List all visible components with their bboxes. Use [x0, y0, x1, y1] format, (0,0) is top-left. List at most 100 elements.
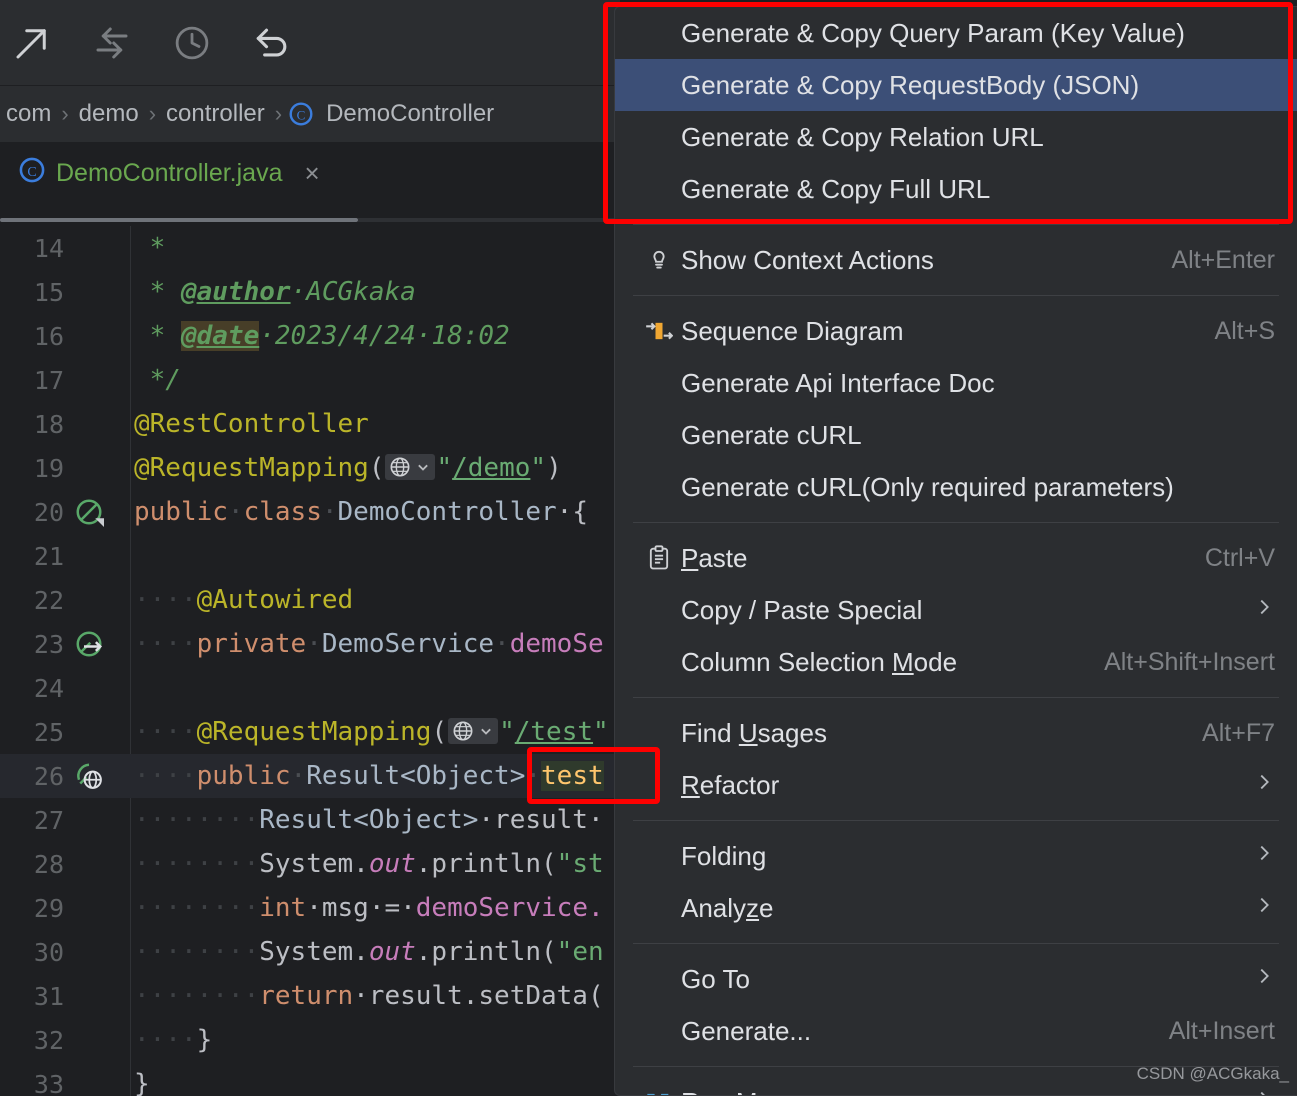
menu-item-paste[interactable]: Paste Ctrl+V [615, 532, 1297, 584]
compare-arrows-icon[interactable] [84, 15, 140, 71]
code-line[interactable]: 27 ········Result<Object>·result· [0, 798, 620, 842]
java-class-icon: C [18, 156, 46, 191]
breadcrumb: com › demo › controller › C DemoControll… [0, 86, 620, 142]
code-line[interactable]: 22 ····@Autowired [0, 578, 620, 622]
menu-item-label: Find Usages [681, 717, 827, 748]
code-text: * @author·ACGkaka [134, 277, 416, 307]
menu-item-label: Generate cURL(Only required parameters) [681, 471, 1174, 502]
http-method-globe-icon[interactable] [448, 718, 499, 744]
breadcrumb-item-controller[interactable]: controller [162, 100, 269, 128]
menu-item-generate-curl[interactable]: Generate cURL [615, 409, 1297, 461]
editor-horizontal-scrollbar[interactable] [0, 218, 358, 222]
code-line[interactable]: 20 public·class·DemoController·{ [0, 490, 620, 534]
context-menu[interactable]: Generate & Copy Query Param (Key Value) G… [614, 6, 1297, 1096]
line-number: 33 [33, 1069, 64, 1096]
bean-arrow-icon[interactable] [68, 629, 130, 659]
line-number: 30 [33, 937, 64, 967]
menu-item-copy-paste-special[interactable]: Copy / Paste Special [615, 584, 1297, 636]
code-line[interactable]: 33} [0, 1062, 620, 1096]
clipboard-paste-icon [637, 544, 681, 572]
breadcrumb-separator: › [148, 101, 157, 126]
maven-icon [637, 1088, 681, 1095]
line-number: 27 [33, 805, 64, 835]
code-line[interactable]: 17 */ [0, 358, 620, 402]
line-number: 29 [33, 893, 64, 923]
bean-web-icon[interactable] [68, 761, 130, 791]
close-icon[interactable]: × [305, 158, 320, 189]
code-line[interactable]: 19 @RequestMapping("/demo") [0, 446, 620, 490]
code-line[interactable]: 24 [0, 666, 620, 710]
code-line[interactable]: 28 ········System.out.println("st [0, 842, 620, 886]
menu-item-label: Paste [681, 542, 748, 573]
editor-tabbar: C DemoController.java × [0, 142, 620, 224]
menu-item-generate-copy-requestbody-json[interactable]: Generate & Copy RequestBody (JSON) [615, 59, 1297, 111]
menu-item-label: Generate & Copy Relation URL [681, 121, 1044, 152]
menu-item-sequence-diagram[interactable]: Sequence Diagram Alt+S [615, 305, 1297, 357]
code-line[interactable]: 23 ····private·DemoService·demoSe [0, 622, 620, 666]
line-number: 16 [33, 321, 64, 351]
line-number: 15 [33, 277, 64, 307]
menu-item-generate-curl-required-only[interactable]: Generate cURL(Only required parameters) [615, 461, 1297, 513]
breadcrumb-item-demo[interactable]: demo [75, 100, 143, 128]
code-text: */ [134, 365, 181, 395]
tab-democontroller-java[interactable]: C DemoController.java × [18, 156, 320, 191]
chevron-right-icon [1229, 894, 1275, 923]
code-line[interactable]: 21 [0, 534, 620, 578]
menu-item-folding[interactable]: Folding [615, 830, 1297, 882]
menu-item-shortcut: Alt+Enter [1171, 245, 1275, 274]
menu-item-column-selection-mode[interactable]: Column Selection Mode Alt+Shift+Insert [615, 636, 1297, 688]
menu-item-generate[interactable]: Generate... Alt+Insert [615, 1005, 1297, 1057]
history-clock-icon[interactable] [164, 15, 220, 71]
menu-item-label: Folding [681, 840, 767, 871]
chevron-right-icon [1229, 771, 1275, 800]
http-method-globe-icon[interactable] [385, 454, 436, 480]
code-line[interactable]: 31 ········return·result.setData( [0, 974, 620, 1018]
code-line[interactable]: 14 * [0, 226, 620, 270]
context-menu-items: Generate & Copy Query Param (Key Value) G… [615, 7, 1297, 1095]
menu-separator [633, 820, 1279, 821]
line-number: 31 [33, 981, 64, 1011]
menu-item-shortcut: Alt+F7 [1202, 718, 1275, 747]
code-text: @RequestMapping("/demo") [134, 453, 562, 483]
bean-icon[interactable] [68, 497, 130, 527]
menu-item-show-context-actions[interactable]: Show Context Actions Alt+Enter [615, 234, 1297, 286]
code-line[interactable]: 16 * @date·2023/4/24·18:02 [0, 314, 620, 358]
code-line[interactable]: 30 ········System.out.println("en [0, 930, 620, 974]
code-line[interactable]: 29 ········int·msg·=·demoService. [0, 886, 620, 930]
tab-label: DemoController.java [56, 159, 283, 187]
menu-item-label: Analyze [681, 892, 774, 923]
code-line[interactable]: 25 ····@RequestMapping("/test" [0, 710, 620, 754]
menu-separator [633, 943, 1279, 944]
menu-item-generate-copy-relation-url[interactable]: Generate & Copy Relation URL [615, 111, 1297, 163]
rollback-undo-icon[interactable] [244, 15, 300, 71]
menu-item-generate-api-interface-doc[interactable]: Generate Api Interface Doc [615, 357, 1297, 409]
menu-item-label: Generate & Copy RequestBody (JSON) [681, 69, 1140, 100]
line-number: 19 [33, 453, 64, 483]
menu-item-generate-copy-query-param[interactable]: Generate & Copy Query Param (Key Value) [615, 7, 1297, 59]
line-number: 14 [33, 233, 64, 263]
editor-scrollbar-track[interactable] [358, 218, 620, 222]
code-line[interactable]: 32 ····} [0, 1018, 620, 1062]
code-line[interactable]: 18 @RestController [0, 402, 620, 446]
breadcrumb-item-com[interactable]: com [2, 100, 55, 128]
menu-item-generate-copy-full-url[interactable]: Generate & Copy Full URL [615, 163, 1297, 215]
menu-item-refactor[interactable]: Refactor [615, 759, 1297, 811]
code-text: ····@RequestMapping("/test" [134, 717, 609, 747]
jump-to-source-icon[interactable] [4, 15, 60, 71]
menu-item-label: Refactor [681, 769, 780, 800]
breadcrumb-item-democontroller[interactable]: DemoController [322, 100, 498, 128]
ide-editor-pane: com › demo › controller › C DemoControll… [0, 0, 620, 1096]
code-line[interactable]: 26 ····public·Result<Object>·test [0, 754, 620, 798]
chevron-down-icon [481, 728, 491, 735]
line-number: 28 [33, 849, 64, 879]
menu-separator [633, 697, 1279, 698]
menu-item-go-to[interactable]: Go To [615, 953, 1297, 1005]
code-area[interactable]: 14 * 15 * @author·ACGkaka 16 * @date·2023… [0, 226, 620, 1096]
menu-item-shortcut: Alt+Shift+Insert [1104, 647, 1275, 676]
menu-item-find-usages[interactable]: Find Usages Alt+F7 [615, 707, 1297, 759]
code-text: ····} [134, 1025, 213, 1055]
svg-text:C: C [27, 165, 36, 180]
menu-item-analyze[interactable]: Analyze [615, 882, 1297, 934]
breadcrumb-separator: › [274, 101, 283, 126]
code-line[interactable]: 15 * @author·ACGkaka [0, 270, 620, 314]
